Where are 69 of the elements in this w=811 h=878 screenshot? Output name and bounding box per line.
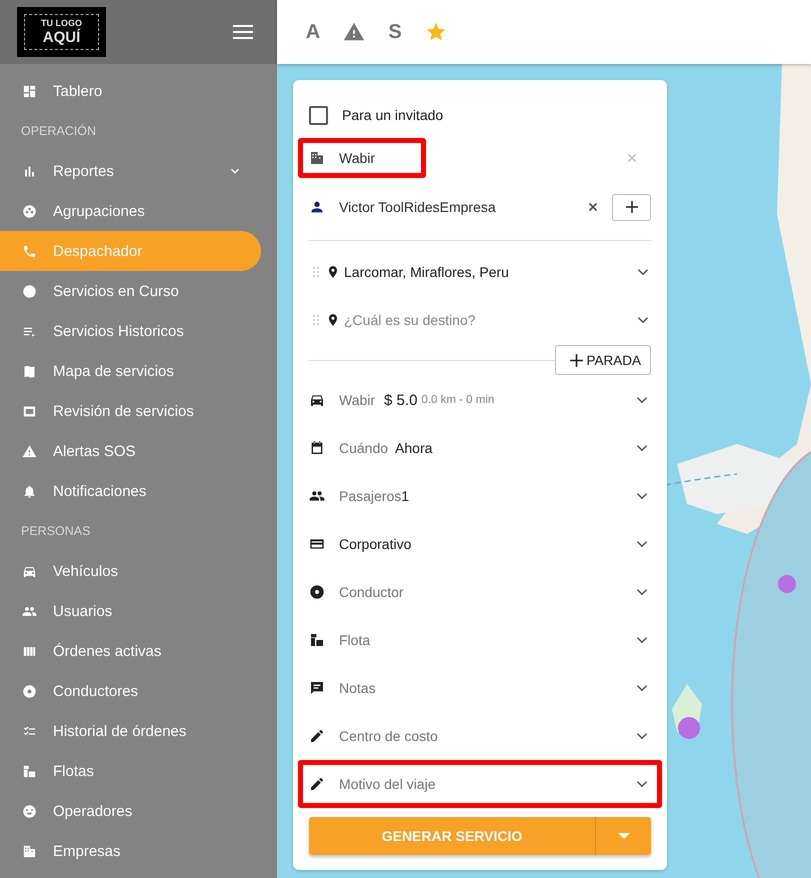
warning-icon[interactable] bbox=[343, 21, 365, 43]
nav-item[interactable]: Historial de órdenes bbox=[0, 711, 261, 751]
star-icon[interactable] bbox=[425, 21, 447, 43]
pencil-icon bbox=[309, 728, 325, 744]
option-field[interactable]: Corporativo bbox=[298, 520, 662, 568]
nav-item[interactable]: Despachador bbox=[0, 231, 261, 271]
nav-item[interactable]: Conductores bbox=[0, 671, 261, 711]
dashboard-icon bbox=[22, 84, 37, 98]
nav-item[interactable]: Notificaciones bbox=[0, 471, 261, 511]
drag-handle-icon[interactable] bbox=[312, 314, 320, 326]
building-icon bbox=[309, 150, 325, 166]
option-field[interactable]: Conductor bbox=[298, 568, 662, 616]
nav-item[interactable]: Operadores bbox=[0, 791, 261, 831]
checkbox[interactable] bbox=[309, 106, 328, 124]
option-field[interactable]: Flota bbox=[298, 616, 662, 664]
pin-icon bbox=[326, 265, 340, 279]
nav-item[interactable]: Reportes bbox=[0, 151, 261, 191]
location-field[interactable]: ¿Cuál es su destino? bbox=[309, 296, 651, 344]
bar-chart-icon bbox=[22, 164, 37, 178]
nav-item[interactable]: Flotas bbox=[0, 751, 261, 791]
map-icon bbox=[22, 364, 37, 378]
generate-service-button[interactable]: GENERAR SERVICIO bbox=[309, 817, 595, 855]
option-field[interactable]: Notas bbox=[298, 664, 662, 712]
caret-icon bbox=[618, 833, 630, 839]
checkbox-label: Para un invitado bbox=[342, 107, 444, 123]
add-stop-button[interactable]: PARADA bbox=[555, 345, 651, 375]
section-heading: OPERACIÓN bbox=[20, 123, 98, 140]
pencil-icon bbox=[309, 776, 325, 792]
face-icon bbox=[22, 804, 37, 818]
toolbar-letter[interactable]: S bbox=[384, 20, 406, 44]
add-passenger-button[interactable] bbox=[612, 194, 651, 220]
plus-icon bbox=[568, 352, 586, 368]
nav-item[interactable]: Órdenes activas bbox=[0, 631, 261, 671]
bell-icon bbox=[22, 484, 37, 498]
fleet-icon bbox=[309, 632, 325, 648]
pin-icon bbox=[326, 313, 340, 327]
drag-handle-icon[interactable] bbox=[312, 266, 320, 278]
option-field[interactable]: Cuándo Ahora bbox=[298, 424, 662, 472]
person-icon bbox=[309, 199, 325, 215]
nav-item[interactable]: Empresas bbox=[0, 831, 261, 871]
close-icon[interactable] bbox=[586, 200, 600, 214]
nav-item[interactable]: Vehículos bbox=[0, 551, 261, 591]
nav-item[interactable]: Revisión de servicios bbox=[0, 391, 261, 431]
toolbar-letter[interactable]: A bbox=[302, 20, 324, 44]
logo: TU LOGO AQUÍ bbox=[17, 7, 106, 57]
nav-item[interactable]: Alertas SOS bbox=[0, 431, 261, 471]
option-field[interactable]: Centro de costo bbox=[298, 712, 662, 760]
nav-item[interactable]: Tablero bbox=[0, 71, 261, 111]
option-field[interactable]: Wabir $ 5.0 0.0 km - 0 min bbox=[298, 376, 662, 424]
menu-icon[interactable] bbox=[233, 25, 253, 39]
phone-icon bbox=[22, 244, 37, 258]
framed-box-icon bbox=[22, 404, 37, 418]
passenger-name: Victor ToolRidesEmpresa bbox=[339, 199, 497, 215]
comment-icon bbox=[309, 680, 325, 696]
option-field[interactable]: Motivo del viaje bbox=[298, 760, 662, 808]
option-field[interactable]: Pasajeros1 bbox=[298, 472, 662, 520]
calendar-icon bbox=[309, 440, 325, 456]
building-icon bbox=[22, 844, 37, 858]
circle-icon bbox=[22, 284, 37, 298]
nav-item[interactable]: Usuarios bbox=[0, 591, 261, 631]
nav-item[interactable]: Servicios Historicos bbox=[0, 311, 261, 351]
nav-item[interactable]: Servicios en Curso bbox=[0, 271, 261, 311]
location-field[interactable]: Larcomar, Miraflores, Peru bbox=[309, 248, 651, 296]
section-heading: PERSONAS bbox=[20, 523, 92, 540]
company-field[interactable]: Wabir bbox=[298, 138, 426, 178]
nav-item[interactable]: Mapa de servicios bbox=[0, 351, 261, 391]
fleet-icon bbox=[22, 764, 37, 778]
nav-item[interactable]: Agrupaciones bbox=[0, 191, 261, 231]
warning-icon bbox=[22, 444, 37, 458]
